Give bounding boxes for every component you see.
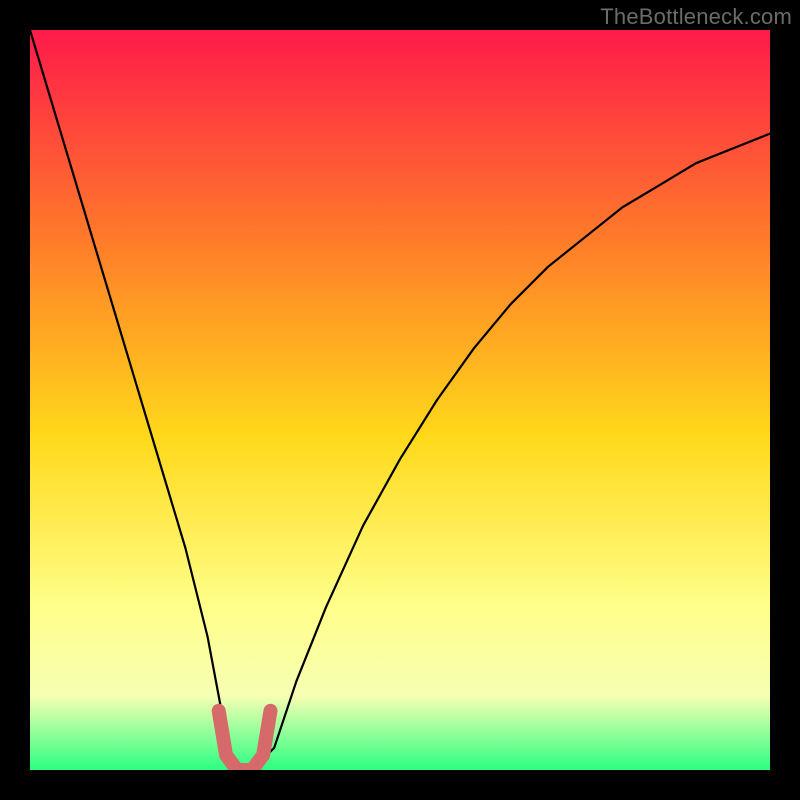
chart-frame: TheBottleneck.com [0,0,800,800]
attribution-text: TheBottleneck.com [600,4,792,30]
bottleneck-chart [30,30,770,770]
